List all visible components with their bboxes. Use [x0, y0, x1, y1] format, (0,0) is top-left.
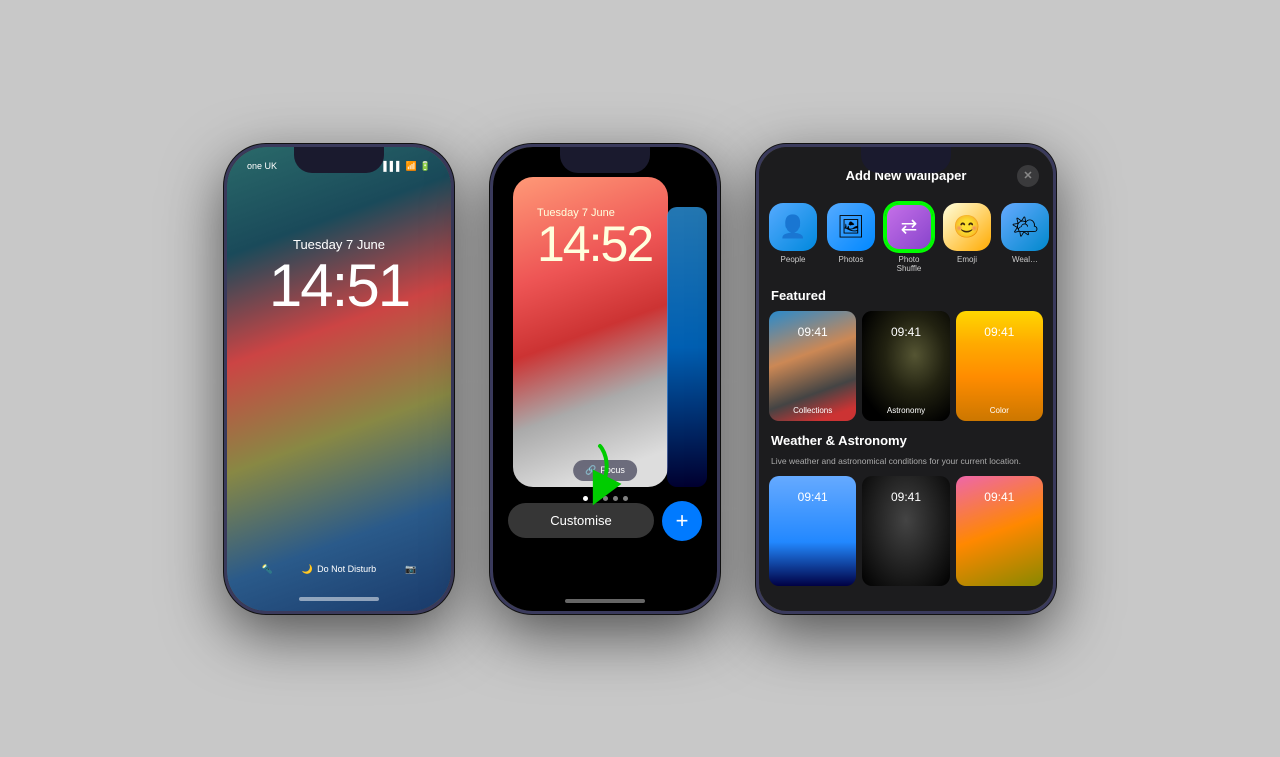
phone-1: one UK ▌▌▌ 📶 🔋 Tuesday 7 June 14:51 🔦 — [224, 144, 454, 614]
phone-2-bg: Tuesday 7 June 14:52 🔗 Focus — [493, 147, 717, 611]
phone-3: Add New Wallpaper ✕ 👤 People 🖼 P — [756, 144, 1056, 614]
weather-thumbnails: 09:41 09:41 09:41 — [759, 476, 1053, 594]
lock-date: Tuesday 7 June — [227, 237, 451, 252]
weather-astronomy-title: Weather & Astronomy — [759, 429, 1053, 456]
scene: one UK ▌▌▌ 📶 🔋 Tuesday 7 June 14:51 🔦 — [204, 124, 1076, 634]
shuffle-emoji: ⇄ — [901, 214, 918, 239]
color-time: 09:41 — [956, 325, 1043, 339]
home-indicator-2 — [565, 599, 645, 603]
astronomy-label: Astronomy — [862, 406, 949, 415]
moon-icon: 🌙 — [302, 564, 313, 575]
phone-3-screen: Add New Wallpaper ✕ 👤 People 🖼 P — [759, 147, 1053, 611]
people-icon: 👤 — [769, 203, 817, 251]
green-arrow — [580, 441, 630, 516]
photos-emoji: 🖼 — [837, 214, 865, 240]
category-weather[interactable]: 🌤 Weal… — [1001, 203, 1049, 274]
wifi-icon: 📶 — [406, 161, 417, 172]
dnd-label: Do Not Disturb — [317, 564, 376, 574]
lock-clock: 14:51 — [227, 256, 451, 316]
phone-2-screen: Tuesday 7 June 14:52 🔗 Focus — [493, 147, 717, 611]
category-photos[interactable]: 🖼 Photos — [827, 203, 875, 274]
weather3-time: 09:41 — [956, 490, 1043, 504]
thumb-weather-2[interactable]: 09:41 — [862, 476, 949, 586]
thumb-astronomy[interactable]: 09:41 Astronomy — [862, 311, 949, 421]
weather2-time: 09:41 — [862, 490, 949, 504]
plus-icon: + — [676, 508, 689, 534]
astronomy-time: 09:41 — [862, 325, 949, 339]
camera-button[interactable]: 📷 — [405, 564, 416, 575]
weather-icon: 🌤 — [1001, 203, 1049, 251]
add-wallpaper-title: Add New Wallpaper — [795, 168, 1017, 183]
category-emoji[interactable]: 😊 Emoji — [943, 203, 991, 274]
add-wallpaper-header: Add New Wallpaper ✕ — [759, 147, 1053, 197]
thumb-weather-3[interactable]: 09:41 — [956, 476, 1043, 586]
phone-1-screen: one UK ▌▌▌ 📶 🔋 Tuesday 7 June 14:51 🔦 — [227, 147, 451, 611]
people-emoji: 👤 — [779, 214, 806, 240]
signal-icon: ▌▌▌ — [383, 161, 402, 171]
category-people[interactable]: 👤 People — [769, 203, 817, 274]
photo-shuffle-icon: ⇄ — [885, 203, 933, 251]
thumb-collections[interactable]: 09:41 Collections — [769, 311, 856, 421]
people-label: People — [781, 255, 806, 265]
home-indicator — [299, 597, 379, 601]
phone-2-time: Tuesday 7 June 14:52 — [513, 207, 717, 269]
status-icons: ▌▌▌ 📶 🔋 — [383, 161, 431, 172]
emoji-icon: 😊 — [943, 203, 991, 251]
wallpaper-categories: 👤 People 🖼 Photos ⇄ Photo — [759, 197, 1053, 284]
featured-title: Featured — [759, 284, 1053, 311]
weather-emoji: 🌤 — [1011, 214, 1039, 240]
phone-2: Tuesday 7 June 14:52 🔗 Focus — [490, 144, 720, 614]
phone-1-bg: one UK ▌▌▌ 📶 🔋 Tuesday 7 June 14:51 🔦 — [227, 147, 451, 611]
photo-shuffle-label: PhotoShuffle — [897, 255, 922, 274]
weather1-time: 09:41 — [769, 490, 856, 504]
add-wallpaper-button[interactable]: + — [662, 501, 702, 541]
photos-icon: 🖼 — [827, 203, 875, 251]
category-photo-shuffle[interactable]: ⇄ PhotoShuffle — [885, 203, 933, 274]
collections-time: 09:41 — [769, 325, 856, 339]
thumb-color[interactable]: 09:41 Color — [956, 311, 1043, 421]
phone-1-bottom-icons: 🔦 🌙 Do Not Disturb 📷 — [227, 564, 451, 575]
phone-3-bg: Add New Wallpaper ✕ 👤 People 🖼 P — [759, 147, 1053, 611]
weather-desc: Live weather and astronomical conditions… — [759, 456, 1053, 476]
battery-icon: 🔋 — [420, 161, 431, 172]
phone-1-time: Tuesday 7 June 14:51 — [227, 237, 451, 316]
color-label: Color — [956, 406, 1043, 415]
close-button[interactable]: ✕ — [1017, 165, 1039, 187]
dnd-button[interactable]: 🌙 Do Not Disturb — [302, 564, 376, 575]
lock-clock-2: 14:52 — [537, 219, 717, 269]
featured-thumbnails: 09:41 Collections 09:41 Astronomy 09:41 … — [759, 311, 1053, 429]
flashlight-icon: 🔦 — [262, 564, 273, 575]
camera-icon: 📷 — [405, 564, 416, 575]
flashlight-button[interactable]: 🔦 — [262, 564, 273, 575]
collections-label: Collections — [769, 406, 856, 415]
phone-1-status: one UK ▌▌▌ 📶 🔋 — [227, 161, 451, 172]
carrier-label: one UK — [247, 161, 277, 172]
thumb-weather-1[interactable]: 09:41 — [769, 476, 856, 586]
weather-label: Weal… — [1012, 255, 1038, 265]
emoji-emoji: 😊 — [953, 214, 980, 240]
photos-label: Photos — [839, 255, 864, 265]
emoji-label: Emoji — [957, 255, 977, 265]
